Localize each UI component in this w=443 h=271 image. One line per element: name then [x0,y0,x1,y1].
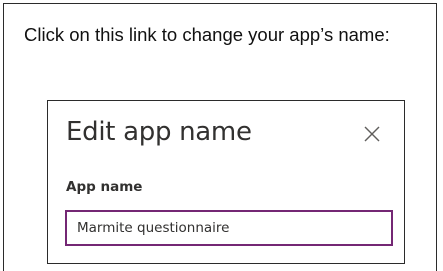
instruction-text: Click on this link to change your app’s … [24,24,390,45]
app-name-label: App name [66,179,143,195]
close-icon[interactable] [360,122,384,146]
app-name-input[interactable] [65,210,393,246]
instruction-frame: Click on this link to change your app’s … [3,3,437,271]
edit-app-name-dialog: Edit app name App name [47,100,405,264]
dialog-title: Edit app name [66,117,252,147]
